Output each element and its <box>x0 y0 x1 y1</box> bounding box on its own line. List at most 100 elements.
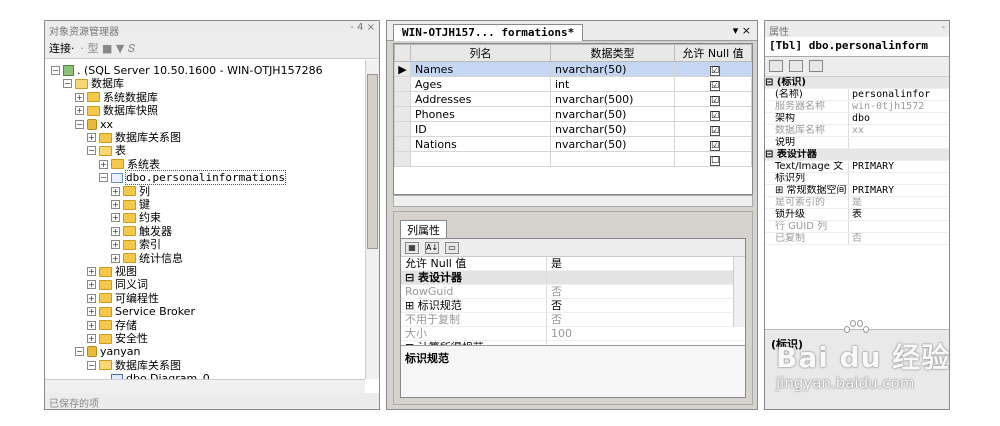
object-explorer-window-controls[interactable]: - 4 × <box>350 22 375 33</box>
column-name-cell[interactable]: Names <box>410 61 551 77</box>
tree-node[interactable]: − yanyan <box>75 345 140 358</box>
allow-null-checkbox[interactable]: ☑ <box>710 140 720 151</box>
allow-null-checkbox[interactable]: ☑ <box>710 95 720 106</box>
header-data-type[interactable]: 数据类型 <box>550 44 675 62</box>
property-value[interactable]: win-0tjh1572 <box>849 101 949 112</box>
column-row[interactable]: Nations nvarchar(50) ☑ <box>394 136 752 152</box>
property-row[interactable]: 服务器名称 win-0tjh1572 <box>765 101 949 113</box>
column-name-cell[interactable]: Ages <box>410 76 551 92</box>
tree-node[interactable]: + 视图 <box>87 265 137 278</box>
property-pages-icon[interactable] <box>809 60 823 72</box>
sort-alphabetical-icon[interactable] <box>789 60 803 72</box>
expand-icon[interactable]: + <box>111 253 120 263</box>
property-value[interactable]: 是 <box>547 257 745 270</box>
tree-node[interactable]: dbo.Diagram_0 <box>99 372 210 379</box>
property-row[interactable]: 标识列 <box>765 173 949 185</box>
column-property-row[interactable]: ⊞ 标识规范否 <box>401 299 745 313</box>
property-row[interactable]: 是可索引的是 <box>765 197 949 209</box>
categorized-icon[interactable]: ▦ <box>405 241 419 254</box>
property-value[interactable]: PRIMARY <box>849 185 949 196</box>
tree-node[interactable]: + 触发器 <box>111 225 172 238</box>
property-value[interactable]: 否 <box>849 233 949 244</box>
toolbar-icons[interactable]: · 型 ■ ▼ 𝑆 <box>81 40 136 56</box>
tree-node[interactable]: + 统计信息 <box>111 252 183 265</box>
property-row[interactable]: 数据库名称 xx <box>765 125 949 137</box>
tree-node[interactable]: + 系统表 <box>99 158 160 171</box>
column-name-cell[interactable]: ID <box>410 121 551 137</box>
collapse-icon[interactable]: − <box>75 119 84 129</box>
property-row[interactable]: ⊟ (标识) <box>765 77 949 89</box>
allow-null-checkbox[interactable]: ☑ <box>710 65 720 76</box>
property-row[interactable]: ⊟ 表设计器 <box>765 149 949 161</box>
tree-node[interactable]: − xx <box>75 118 113 131</box>
property-row[interactable]: (名称) personalinfor <box>765 89 949 101</box>
property-value[interactable]: dbo <box>849 113 949 124</box>
property-row[interactable]: ⊞ 常规数据空间 PRIMARY <box>765 185 949 197</box>
allow-null-checkbox[interactable]: ☐ <box>710 155 720 166</box>
expand-icon[interactable]: + <box>111 200 120 209</box>
property-value[interactable]: xx <box>849 125 949 136</box>
expand-icon[interactable]: + <box>87 307 96 317</box>
column-name-cell[interactable] <box>410 151 551 167</box>
column-row[interactable]: ID nvarchar(50) ☑ <box>394 121 752 137</box>
collapse-icon[interactable]: − <box>63 79 72 89</box>
property-value[interactable] <box>849 221 949 232</box>
data-type-cell[interactable]: int <box>550 76 675 92</box>
properties-object-header[interactable]: [Tbl] dbo.personalinform <box>765 37 949 57</box>
property-value[interactable] <box>849 173 949 184</box>
expand-icon[interactable]: + <box>87 280 96 290</box>
tree-node[interactable]: + 可编程性 <box>87 292 159 305</box>
expand-icon[interactable]: + <box>111 213 120 223</box>
tree-node[interactable]: + 存储 <box>87 319 137 332</box>
row-selector[interactable] <box>394 136 411 152</box>
collapse-icon[interactable]: − <box>87 360 96 370</box>
property-value[interactable]: 是 <box>849 197 949 208</box>
property-row[interactable]: 锁升级表 <box>765 209 949 221</box>
property-value[interactable]: personalinfor <box>849 89 949 100</box>
tree-node[interactable]: − 数据库关系图 <box>87 359 181 372</box>
properties-window-controls[interactable]: - <box>941 22 945 33</box>
collapse-icon[interactable]: − <box>51 66 60 75</box>
tree-node[interactable]: + 系统数据库 <box>75 91 158 104</box>
property-pages-icon[interactable]: ▭ <box>445 241 459 254</box>
column-property-row[interactable]: 不用于复制否 <box>401 313 745 327</box>
row-selector[interactable] <box>394 121 411 137</box>
document-tab[interactable]: WIN-OTJH157... formations* <box>393 24 584 41</box>
tree-node[interactable]: − 数据库 <box>63 77 124 90</box>
tree-node[interactable]: + 键 <box>111 198 150 211</box>
property-row[interactable]: 架构 dbo <box>765 113 949 125</box>
property-value[interactable] <box>547 271 745 284</box>
grid-horizontal-scrollbar[interactable] <box>393 195 753 207</box>
column-name-cell[interactable]: Addresses <box>410 91 551 107</box>
property-value[interactable]: 表 <box>849 209 949 220</box>
property-value[interactable]: 否 <box>547 285 745 298</box>
column-row[interactable]: Addresses nvarchar(500) ☑ <box>394 91 752 107</box>
column-row[interactable]: ☐ <box>394 151 752 167</box>
data-type-cell[interactable]: nvarchar(500) <box>550 91 675 107</box>
row-selector[interactable] <box>394 91 411 107</box>
row-selector[interactable]: ▶ <box>394 61 411 77</box>
column-name-cell[interactable]: Phones <box>410 106 551 122</box>
document-tab-controls[interactable]: ▾ × <box>733 24 751 37</box>
connect-button[interactable]: 连接· <box>49 40 75 56</box>
column-row[interactable]: Ages int ☑ <box>394 76 752 92</box>
property-value[interactable]: 否 <box>547 299 745 312</box>
tree-node[interactable]: + 约束 <box>111 211 161 224</box>
data-type-cell[interactable]: nvarchar(50) <box>550 106 675 122</box>
allow-null-checkbox[interactable]: ☑ <box>710 110 720 121</box>
tree-node[interactable]: + 安全性 <box>87 332 148 345</box>
tree-node[interactable]: + Service Broker <box>87 305 195 318</box>
property-row[interactable]: 行 GUID 列 <box>765 221 949 233</box>
allow-null-checkbox[interactable]: ☑ <box>710 125 720 136</box>
object-explorer-horizontal-scrollbar[interactable] <box>45 379 365 393</box>
column-property-row[interactable]: RowGuid 否 <box>401 285 745 299</box>
column-properties-tab[interactable]: 列属性 <box>400 220 447 239</box>
row-selector[interactable] <box>394 106 411 122</box>
sort-alphabetical-icon[interactable]: A↓ <box>425 241 439 254</box>
column-name-cell[interactable]: Nations <box>410 136 551 152</box>
tree-node[interactable]: − dbo.personalinformations <box>99 170 286 186</box>
tree-node[interactable]: + 数据库快照 <box>75 104 158 117</box>
tree-node[interactable]: + 索引 <box>111 238 161 251</box>
expand-icon[interactable]: + <box>75 92 84 102</box>
collapse-icon[interactable]: − <box>99 173 108 183</box>
